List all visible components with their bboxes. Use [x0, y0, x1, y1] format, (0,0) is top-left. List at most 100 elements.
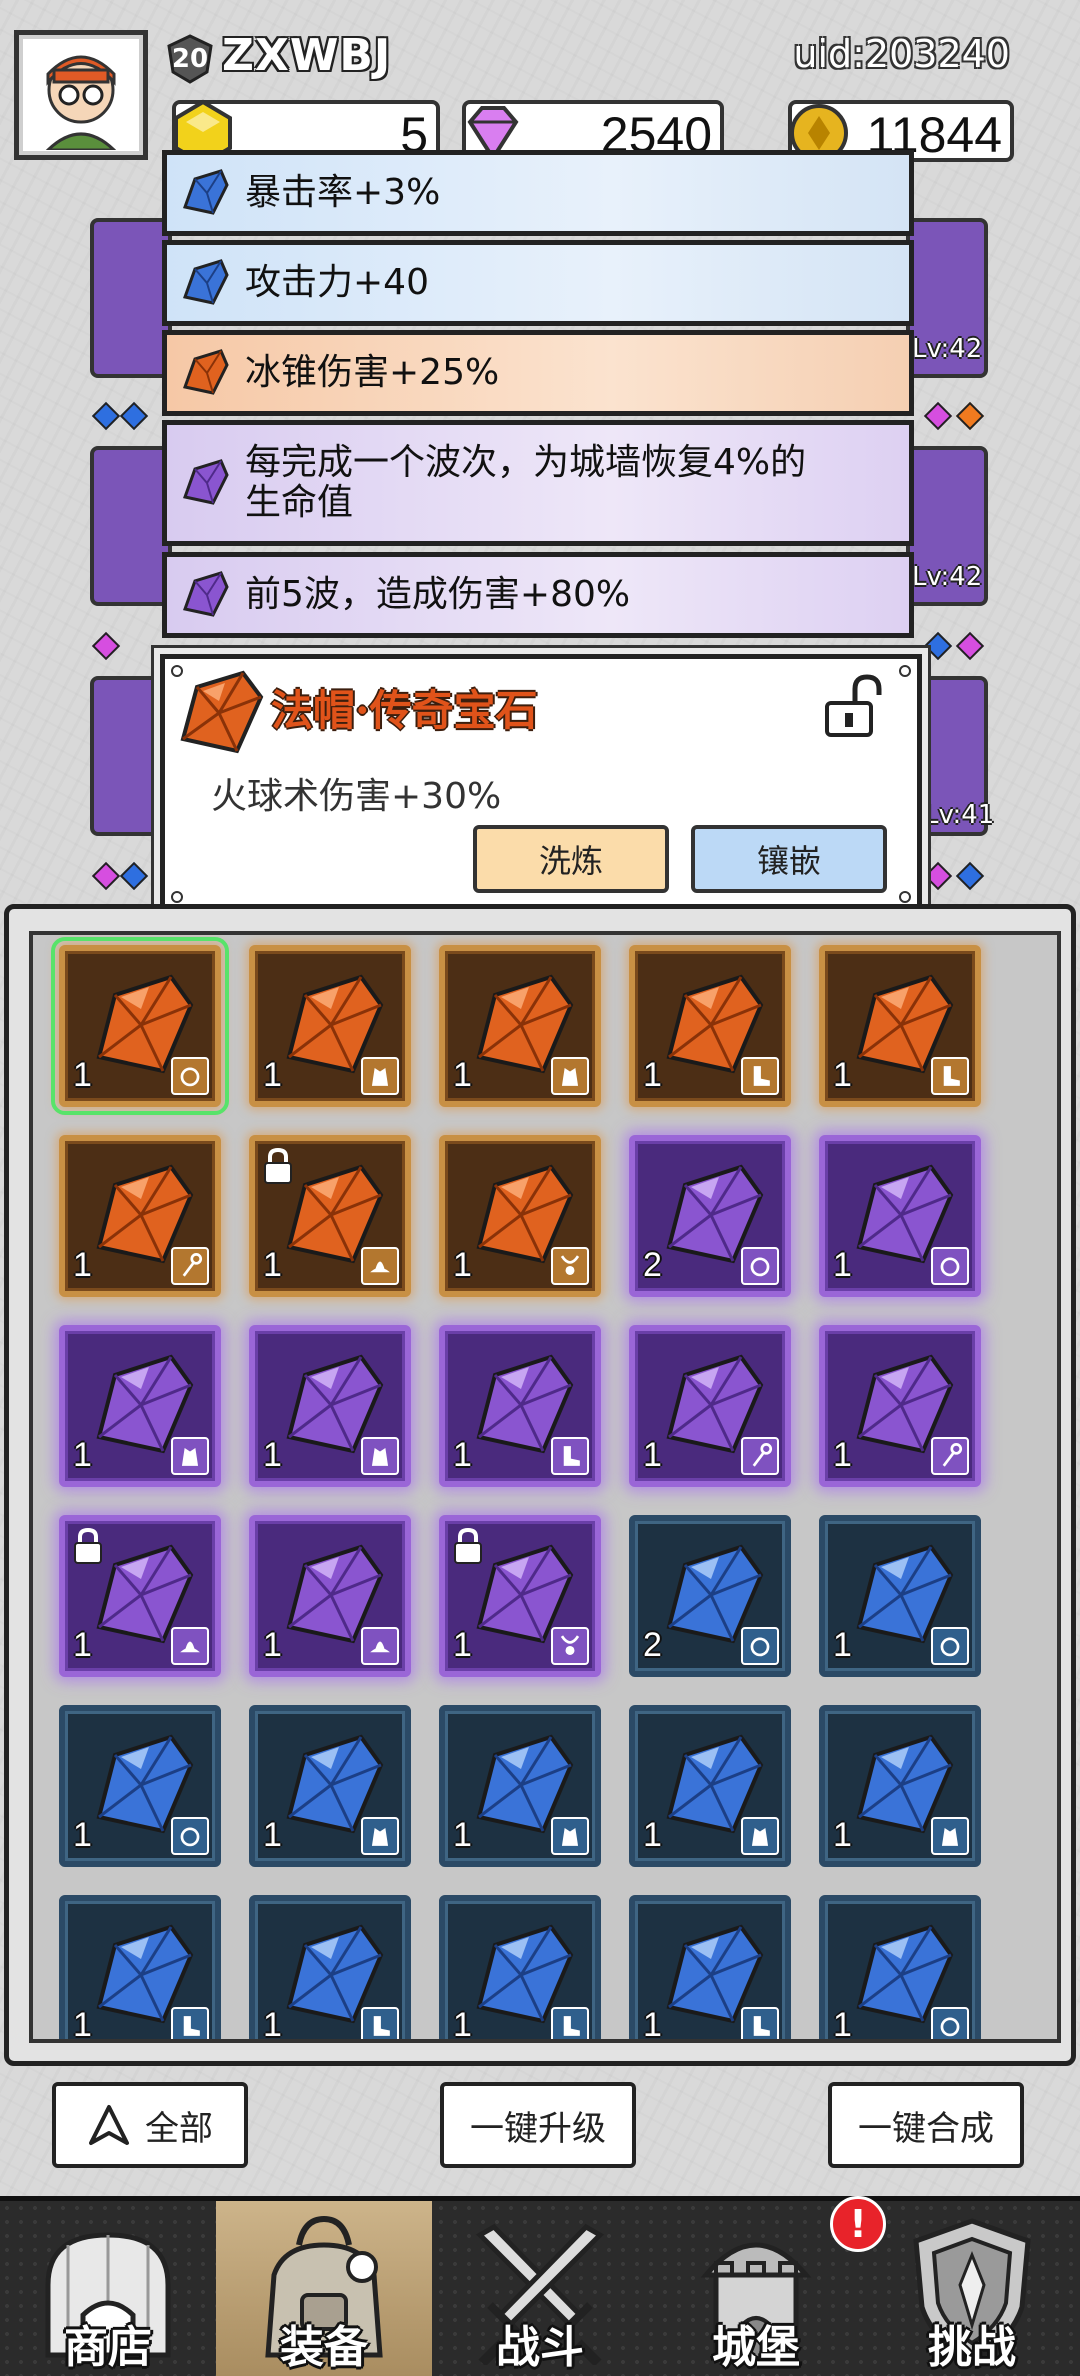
attribute-row: 暴击率+3% [162, 150, 914, 236]
bottom-nav: 商店 装备 战斗 城堡 挑战 [0, 2196, 1080, 2376]
gem-slot[interactable]: 1 [819, 1325, 981, 1487]
boots-slot-icon [741, 2007, 779, 2039]
upgrade-all-button[interactable]: 一键升级 [440, 2082, 636, 2168]
inventory-grid[interactable]: 1 1 1 1 1 1 1 1 2 1 1 1 1 1 1 1 1 1 2 1 1 1 1 1 1 1 1 1 1 1 [29, 931, 1061, 2043]
gem-slot[interactable]: 1 [439, 945, 601, 1107]
gem-slot[interactable]: 1 [819, 1135, 981, 1297]
gem-slot[interactable]: 1 [439, 1135, 601, 1297]
gem-slot[interactable]: 1 [59, 1325, 221, 1487]
gem-count: 1 [73, 1816, 92, 1854]
gem-slot[interactable]: 1 [249, 1515, 411, 1677]
nav-shop[interactable]: 商店 [0, 2201, 216, 2376]
gem-slot[interactable]: 1 [51, 937, 229, 1115]
filter-label: 全部 [145, 2108, 213, 2149]
nav-castle-label: 城堡 [712, 2322, 800, 2373]
gem-slot[interactable]: 1 [629, 1325, 791, 1487]
gem-count: 1 [833, 1246, 852, 1284]
attribute-row: 前5波，造成伤害+80% [162, 552, 914, 638]
gem-slot[interactable]: 1 [819, 945, 981, 1107]
nav-shop-label: 商店 [64, 2322, 152, 2373]
robe-slot-icon [551, 1057, 589, 1095]
gem-slot[interactable]: 1 [59, 1705, 221, 1867]
gem-slot[interactable]: 1 [249, 1135, 411, 1297]
unlock-icon[interactable] [817, 671, 887, 741]
gem-count: 1 [453, 1626, 472, 1664]
robe-slot-icon [361, 1437, 399, 1475]
gem-slot[interactable]: 1 [59, 1135, 221, 1297]
ring-slot-icon [171, 1817, 209, 1855]
player-uid: uid:203240 [793, 32, 1010, 76]
triangle-up-icon [89, 2105, 129, 2145]
gem-slot[interactable]: 2 [629, 1515, 791, 1677]
gem-slot[interactable]: 1 [819, 1705, 981, 1867]
boots-slot-icon [551, 1437, 589, 1475]
gem-count: 1 [453, 1436, 472, 1474]
filter-all-button[interactable]: 全部 [52, 2082, 248, 2168]
gem-slot[interactable]: 1 [439, 1895, 601, 2043]
gem-slot[interactable]: 1 [249, 1325, 411, 1487]
boots-slot-icon [931, 1057, 969, 1095]
gem-count: 1 [453, 1246, 472, 1284]
level-number: 20 [171, 44, 209, 74]
gem-detail-popup: 法帽·传奇宝石 火球术伤害+30% 洗炼 镶嵌 [160, 654, 922, 914]
gem-slot[interactable]: 1 [439, 1325, 601, 1487]
hero-card[interactable]: Lv:42 [906, 446, 988, 606]
gem-count: 1 [73, 1436, 92, 1474]
gem-slot[interactable]: 1 [629, 1705, 791, 1867]
attribute-text-line1: 每完成一个波次，为城墙恢复4%的 [245, 442, 807, 483]
gem-slot[interactable]: 1 [819, 1515, 981, 1677]
gem-slot[interactable]: 1 [249, 1895, 411, 2039]
gem-description: 火球术伤害+30% [211, 776, 502, 817]
gem-count: 2 [643, 1246, 662, 1284]
legendary-gem-icon [180, 670, 264, 754]
attribute-text: 暴击率+3% [245, 172, 441, 213]
purple-gem-icon [183, 571, 229, 617]
hat-slot-icon [171, 1627, 209, 1665]
corner-rivet [171, 891, 183, 903]
gem-count: 1 [263, 1056, 282, 1094]
gem-slot[interactable]: 2 [629, 1135, 791, 1297]
gem-slot[interactable]: 1 [59, 1515, 221, 1677]
ring-slot-icon [741, 1627, 779, 1665]
merge-all-button[interactable]: 一键合成 [828, 2082, 1024, 2168]
gem-slot[interactable]: 1 [439, 1515, 601, 1677]
nav-battle[interactable]: 战斗 [432, 2201, 648, 2376]
gem-count: 1 [833, 1626, 852, 1664]
player-avatar[interactable] [14, 30, 148, 160]
lock-icon [264, 1147, 292, 1184]
gem-slot[interactable]: 1 [249, 1705, 411, 1867]
nav-challenge-label: 挑战 [928, 2322, 1016, 2373]
reroll-button[interactable]: 洗炼 [473, 825, 669, 893]
staff-slot-icon [931, 1437, 969, 1475]
gem-slot[interactable]: 1 [629, 1895, 791, 2039]
gem-count: 1 [643, 1056, 662, 1094]
gem-count: 1 [453, 1056, 472, 1094]
gem-slot[interactable]: 1 [59, 1895, 221, 2039]
gem-title: 法帽·传奇宝石 [271, 686, 538, 735]
hero-card[interactable] [90, 446, 172, 606]
nav-equipment[interactable]: 装备 [216, 2201, 432, 2376]
gem-count: 1 [263, 1436, 282, 1474]
staff-slot-icon [741, 1437, 779, 1475]
amulet-slot-icon [551, 1627, 589, 1665]
gem-count: 1 [263, 1246, 282, 1284]
player-name: ZXWBJ [222, 30, 392, 81]
ring-slot-icon [931, 2007, 969, 2039]
gem-slot[interactable]: 1 [819, 1895, 981, 2039]
gem-slot[interactable]: 1 [249, 945, 411, 1107]
gem-count: 1 [73, 1626, 92, 1664]
corner-rivet [899, 891, 911, 903]
gem-slot[interactable]: 1 [439, 1705, 601, 1867]
robe-slot-icon [741, 1817, 779, 1855]
hero-card[interactable] [90, 218, 172, 378]
attribute-text: 攻击力+40 [245, 262, 429, 303]
hat-slot-icon [361, 1627, 399, 1665]
robe-slot-icon [361, 1057, 399, 1095]
hero-card[interactable]: Lv:42 [906, 218, 988, 378]
gem-count: 1 [453, 2006, 472, 2043]
hero-level: Lv:42 [912, 562, 983, 592]
inlay-button[interactable]: 镶嵌 [691, 825, 887, 893]
gem-count: 1 [643, 1816, 662, 1854]
gem-slot[interactable]: 1 [629, 945, 791, 1107]
nav-challenge[interactable]: 挑战 [864, 2201, 1080, 2376]
